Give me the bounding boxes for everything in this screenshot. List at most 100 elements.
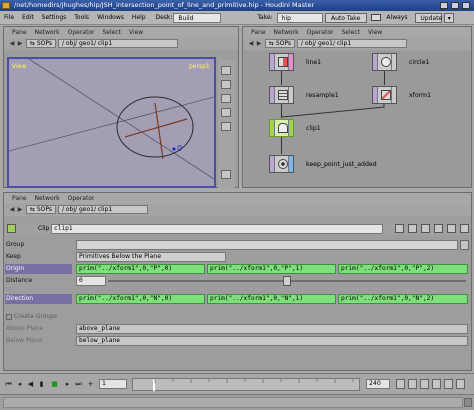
pane-menu-pane[interactable]: Pane: [247, 27, 270, 38]
back-arrow-icon[interactable]: ◀: [8, 38, 16, 50]
display-options-icon[interactable]: [221, 80, 231, 89]
pane-menu-pane[interactable]: Pane: [8, 27, 31, 38]
viewport-layout-icon[interactable]: [221, 170, 231, 179]
sops-tab-label: SOPs: [36, 206, 53, 213]
keys-icon[interactable]: [408, 379, 417, 389]
snapshot-icon[interactable]: [221, 122, 231, 131]
info-icon[interactable]: [434, 224, 443, 233]
pane-menu-network[interactable]: Network: [31, 27, 64, 38]
forward-arrow-icon[interactable]: ▶: [255, 38, 263, 50]
origin-x-field[interactable]: prim("../xform1",0,"P",0): [76, 264, 205, 274]
home-view-icon[interactable]: [221, 66, 231, 75]
sops-tab-label: SOPs: [36, 40, 53, 47]
3d-viewport[interactable]: 0 View persp1: [7, 57, 216, 188]
pane-menu-operator[interactable]: Operator: [64, 27, 99, 38]
playbar-options-icon[interactable]: [432, 379, 441, 389]
network-editor[interactable]: line1 circle1 resample1 xform1 clip1 kee…: [244, 51, 470, 187]
pin-icon[interactable]: [460, 224, 469, 233]
take-select[interactable]: hip: [276, 12, 323, 23]
first-frame-icon[interactable]: ⏮: [4, 379, 13, 389]
forward-arrow-icon[interactable]: ▶: [16, 204, 24, 216]
pane-menu-pane[interactable]: Pane: [8, 193, 31, 204]
sops-tab[interactable]: ⇆ SOPs: [25, 39, 57, 48]
pane-menu-operator[interactable]: Operator: [64, 193, 99, 204]
below-plane-field[interactable]: below_plane: [76, 336, 468, 346]
back-arrow-icon[interactable]: ◀: [8, 204, 16, 216]
last-frame-icon[interactable]: ⏭: [74, 379, 83, 389]
group-menu-icon[interactable]: [460, 240, 469, 250]
origin-y-field[interactable]: prim("../xform1",0,"P",1): [207, 264, 336, 274]
menu-help[interactable]: Help: [128, 11, 150, 25]
play-icon[interactable]: ■: [50, 379, 59, 389]
operator-name-field[interactable]: clip1: [51, 224, 383, 234]
node-keep-point-just-added[interactable]: [269, 155, 294, 173]
param-path-field[interactable]: / obj/ geo1/ clip1: [57, 205, 148, 214]
menu-tools[interactable]: Tools: [70, 11, 93, 25]
node-clip1[interactable]: [269, 119, 294, 137]
timeline-track[interactable]: [132, 378, 360, 391]
play-reverse-icon[interactable]: ◀: [26, 379, 35, 389]
direction-z-field[interactable]: prim("../xform1",0,"N",2): [338, 294, 468, 304]
menu-edit[interactable]: Edit: [18, 11, 38, 25]
snap-icon[interactable]: [456, 379, 465, 389]
lock-icon[interactable]: [395, 224, 404, 233]
step-back-icon[interactable]: ◂: [15, 379, 24, 389]
pane-menu-operator[interactable]: Operator: [303, 27, 338, 38]
add-key-icon[interactable]: +: [86, 379, 95, 389]
pane-menu-select[interactable]: Select: [337, 27, 364, 38]
pane-menu-view[interactable]: View: [364, 27, 386, 38]
camera-label[interactable]: persp1: [189, 63, 210, 70]
viewer-side-toolbar: [218, 60, 235, 188]
close-icon[interactable]: [462, 2, 470, 9]
sops-tab[interactable]: ⇆ SOPs: [25, 205, 57, 214]
shaded-icon[interactable]: [221, 108, 231, 117]
current-frame-field[interactable]: 1: [99, 379, 127, 389]
distance-field[interactable]: 0: [76, 276, 106, 286]
group-field[interactable]: [76, 240, 458, 250]
always-checkbox[interactable]: Always: [369, 11, 414, 25]
global-animation-icon[interactable]: [444, 379, 453, 389]
origin-z-field[interactable]: prim("../xform1",0,"P",2): [338, 264, 468, 274]
above-plane-field[interactable]: above_plane: [76, 324, 468, 334]
back-arrow-icon[interactable]: ◀: [247, 38, 255, 50]
node-circle1[interactable]: [372, 53, 397, 71]
menu-file[interactable]: File: [0, 11, 18, 25]
wireframe-icon[interactable]: [221, 94, 231, 103]
node-xform1[interactable]: [372, 86, 397, 104]
maximize-icon[interactable]: [451, 2, 459, 9]
network-path-field[interactable]: / obj/ geo1/ clip1: [296, 39, 407, 48]
question-icon[interactable]: [447, 224, 456, 233]
realtime-toggle-icon[interactable]: [396, 379, 405, 389]
pane-menu-network[interactable]: Network: [270, 27, 303, 38]
gear-icon[interactable]: [421, 224, 430, 233]
update-button[interactable]: Update: [415, 12, 443, 23]
stop-icon[interactable]: ▮: [37, 379, 46, 389]
direction-x-field[interactable]: prim("../xform1",0,"N",0): [76, 294, 205, 304]
distance-slider-handle[interactable]: [283, 276, 291, 286]
create-groups-toggle[interactable]: Create Groups: [6, 312, 57, 322]
window-title-bar: /net/homedirs/jhughes/hip/JSH_intersecti…: [0, 0, 474, 11]
pane-menu-network[interactable]: Network: [31, 193, 64, 204]
desk-select[interactable]: Build: [173, 12, 222, 23]
desk-label: Desk:: [155, 14, 173, 21]
update-options-icon[interactable]: ▾: [444, 12, 455, 23]
node-label: resample1: [306, 92, 339, 99]
sops-tab[interactable]: ⇆ SOPs: [264, 39, 296, 48]
viewer-path-field[interactable]: / obj/ geo1/ clip1: [57, 39, 178, 48]
keep-select[interactable]: Primitives Below the Plane: [76, 252, 226, 262]
auto-take-button[interactable]: Auto Take: [324, 12, 367, 23]
node-line1[interactable]: [269, 53, 294, 71]
step-forward-icon[interactable]: ▸: [63, 379, 72, 389]
help-icon[interactable]: [408, 224, 417, 233]
menu-windows[interactable]: Windows: [93, 11, 128, 25]
pane-menu-select[interactable]: Select: [98, 27, 125, 38]
node-resample1[interactable]: [269, 86, 294, 104]
direction-y-field[interactable]: prim("../xform1",0,"N",1): [207, 294, 336, 304]
forward-arrow-icon[interactable]: ▶: [16, 38, 24, 50]
grid-line: [9, 96, 214, 152]
minimize-icon[interactable]: [440, 2, 448, 9]
audio-icon[interactable]: [420, 379, 429, 389]
end-frame-field[interactable]: 240: [366, 379, 390, 389]
pane-menu-view[interactable]: View: [125, 27, 147, 38]
menu-settings[interactable]: Settings: [38, 11, 71, 25]
